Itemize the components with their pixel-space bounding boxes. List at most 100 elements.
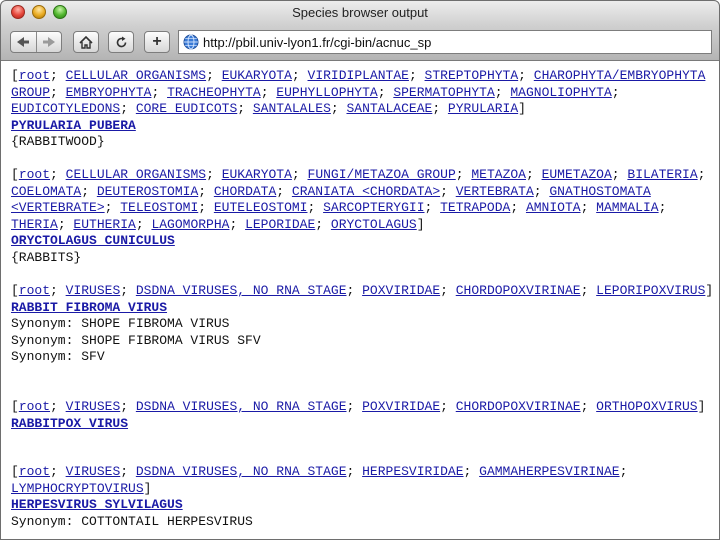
browser-window: Species browser output + http://pbil.uni… xyxy=(0,0,720,540)
lineage-link[interactable]: EUDICOTYLEDONS xyxy=(11,101,120,116)
lineage-link[interactable]: CELLULAR ORGANISMS xyxy=(66,167,206,182)
lineage-separator: ; xyxy=(307,200,324,216)
back-button[interactable] xyxy=(11,32,36,52)
taxonomy-lineage: [root; VIRUSES; DSDNA VIRUSES, NO RNA ST… xyxy=(11,399,717,416)
lineage-link[interactable]: STREPTOPHYTA xyxy=(425,68,519,83)
add-bookmark-button[interactable]: + xyxy=(144,31,170,53)
lineage-link[interactable]: root xyxy=(19,167,50,182)
lineage-link[interactable]: TETRAPODA xyxy=(440,200,510,215)
species-name-link[interactable]: RABBITPOX VIRUS xyxy=(11,416,717,433)
lineage-link[interactable]: VIRUSES xyxy=(66,283,121,298)
lineage-separator: ; xyxy=(611,167,628,182)
lineage-link[interactable]: root xyxy=(19,283,50,298)
species-name-link[interactable]: PYRULARIA PUBERA xyxy=(11,118,717,135)
lineage-link[interactable]: DSDNA VIRUSES, NO RNA STAGE xyxy=(136,399,347,414)
lineage-link[interactable]: TELEOSTOMI xyxy=(120,200,198,215)
lineage-separator: ; xyxy=(377,84,394,100)
lineage-separator: ; xyxy=(455,167,472,182)
lineage-link[interactable]: FUNGI/METAZOA GROUP xyxy=(308,167,456,182)
lineage-link[interactable]: SANTALACEAE xyxy=(346,101,432,116)
lineage-link[interactable]: ORYCTOLAGUS xyxy=(331,217,417,232)
lineage-link[interactable]: EUTELEOSTOMI xyxy=(214,200,308,215)
home-button[interactable] xyxy=(73,31,99,53)
title-bar[interactable]: Species browser output xyxy=(0,0,720,26)
lineage-link[interactable]: POXVIRIDAE xyxy=(362,399,440,414)
lineage-link[interactable]: CHORDOPOXVIRINAE xyxy=(456,283,581,298)
lineage-link[interactable]: THERIA xyxy=(11,217,58,232)
lineage-close-bracket: ] xyxy=(416,216,425,232)
lineage-link[interactable]: VERTEBRATA xyxy=(456,184,534,199)
lineage-separator: ; xyxy=(104,200,121,216)
lineage-link[interactable]: CORE EUDICOTS xyxy=(136,101,237,116)
taxonomy-lineage: [root; VIRUSES; DSDNA VIRUSES, NO RNA ST… xyxy=(11,283,717,300)
lineage-link[interactable]: EMBRYOPHYTA xyxy=(66,85,152,100)
lineage-link[interactable]: VIRIDIPLANTAE xyxy=(308,68,409,83)
lineage-link[interactable]: MAGNOLIOPHYTA xyxy=(510,85,611,100)
globe-icon xyxy=(183,34,199,50)
lineage-separator: ; xyxy=(424,200,441,216)
lineage-separator: ; xyxy=(580,399,597,414)
url-text[interactable]: http://pbil.univ-lyon1.fr/cgi-bin/acnuc_… xyxy=(203,35,431,50)
lineage-link[interactable]: root xyxy=(19,464,50,479)
lineage-link[interactable]: CHORDATA xyxy=(214,184,276,199)
lineage-separator: ; xyxy=(315,216,331,232)
lineage-link[interactable]: EUTHERIA xyxy=(73,217,135,232)
lineage-link[interactable]: SANTALALES xyxy=(253,101,331,116)
lineage-separator: ; xyxy=(291,68,308,83)
lineage-link[interactable]: DSDNA VIRUSES, NO RNA STAGE xyxy=(136,283,347,298)
lineage-link[interactable]: MAMMALIA xyxy=(596,200,658,215)
lineage-separator: ; xyxy=(518,68,534,83)
lineage-link[interactable]: VIRUSES xyxy=(66,399,121,414)
lineage-link[interactable]: DEUTEROSTOMIA xyxy=(97,184,198,199)
lineage-separator: ; xyxy=(135,216,152,232)
lineage-link[interactable]: EUKARYOTA xyxy=(222,68,292,83)
lineage-link[interactable]: SARCOPTERYGII xyxy=(323,200,424,215)
lineage-separator: ; xyxy=(50,68,66,83)
lineage-link[interactable]: HERPESVIRIDAE xyxy=(362,464,463,479)
lineage-link[interactable]: EUKARYOTA xyxy=(222,167,292,182)
lineage-link[interactable]: ORTHOPOXVIRUS xyxy=(596,399,697,414)
lineage-link[interactable]: LEPORIDAE xyxy=(245,217,315,232)
lineage-link[interactable]: root xyxy=(19,399,50,414)
lineage-separator: ; xyxy=(697,167,706,182)
lineage-link[interactable]: POXVIRIDAE xyxy=(362,283,440,298)
lineage-separator: ; xyxy=(206,68,222,83)
lineage-link[interactable]: SPERMATOPHYTA xyxy=(393,85,494,100)
lineage-link[interactable]: COELOMATA xyxy=(11,184,81,199)
lineage-link[interactable]: DSDNA VIRUSES, NO RNA STAGE xyxy=(136,464,347,479)
lineage-separator: ; xyxy=(619,464,628,479)
species-name-link[interactable]: RABBIT FIBROMA VIRUS xyxy=(11,300,717,317)
lineage-link[interactable]: EUPHYLLOPHYTA xyxy=(276,85,377,100)
lineage-link[interactable]: GAMMAHERPESVIRINAE xyxy=(479,464,619,479)
address-bar[interactable]: http://pbil.univ-lyon1.fr/cgi-bin/acnuc_… xyxy=(178,30,712,54)
lineage-separator: ; xyxy=(198,200,214,216)
lineage-link[interactable]: CELLULAR ORGANISMS xyxy=(66,68,206,83)
lineage-link[interactable]: AMNIOTA xyxy=(526,200,581,215)
lineage-link[interactable]: METAZOA xyxy=(471,167,526,182)
home-icon xyxy=(79,35,93,49)
lineage-link[interactable]: LYMPHOCRYPTOVIRUS xyxy=(11,481,144,496)
lineage-link[interactable]: BILATERIA xyxy=(627,167,697,182)
species-name-link[interactable]: ORYCTOLAGUS CUNICULUS xyxy=(11,233,717,250)
lineage-link[interactable]: TRACHEOPHYTA xyxy=(167,85,261,100)
lineage-separator: ; xyxy=(346,399,363,414)
species-name-link[interactable]: HERPESVIRUS SYLVILAGUS xyxy=(11,497,717,514)
species-entry-5: [root; VIRUSES; DSDNA VIRUSES, NO RNA ST… xyxy=(11,464,717,530)
lineage-separator: ; xyxy=(291,167,308,182)
lineage-separator: ; xyxy=(57,216,74,232)
lineage-separator: ; xyxy=(580,200,597,216)
lineage-link[interactable]: PYRULARIA xyxy=(448,101,518,116)
reload-button[interactable] xyxy=(108,31,134,53)
lineage-separator: ; xyxy=(237,101,253,117)
lineage-link[interactable]: LEPORIPOXVIRUS xyxy=(596,283,705,298)
lineage-link[interactable]: VIRUSES xyxy=(66,464,121,479)
lineage-link[interactable]: LAGOMORPHA xyxy=(151,217,229,232)
lineage-link[interactable]: CRANIATA <CHORDATA> xyxy=(292,184,440,199)
lineage-separator: ; xyxy=(50,283,66,298)
forward-button[interactable] xyxy=(36,32,61,52)
lineage-link[interactable]: EUMETAZOA xyxy=(542,167,612,182)
lineage-link[interactable]: CHORDOPOXVIRINAE xyxy=(456,399,581,414)
lineage-link[interactable]: root xyxy=(19,68,50,83)
page-content: [root; CELLULAR ORGANISMS; EUKARYOTA; VI… xyxy=(0,61,720,540)
species-info-line: Synonym: SHOPE FIBROMA VIRUS SFV xyxy=(11,332,261,348)
